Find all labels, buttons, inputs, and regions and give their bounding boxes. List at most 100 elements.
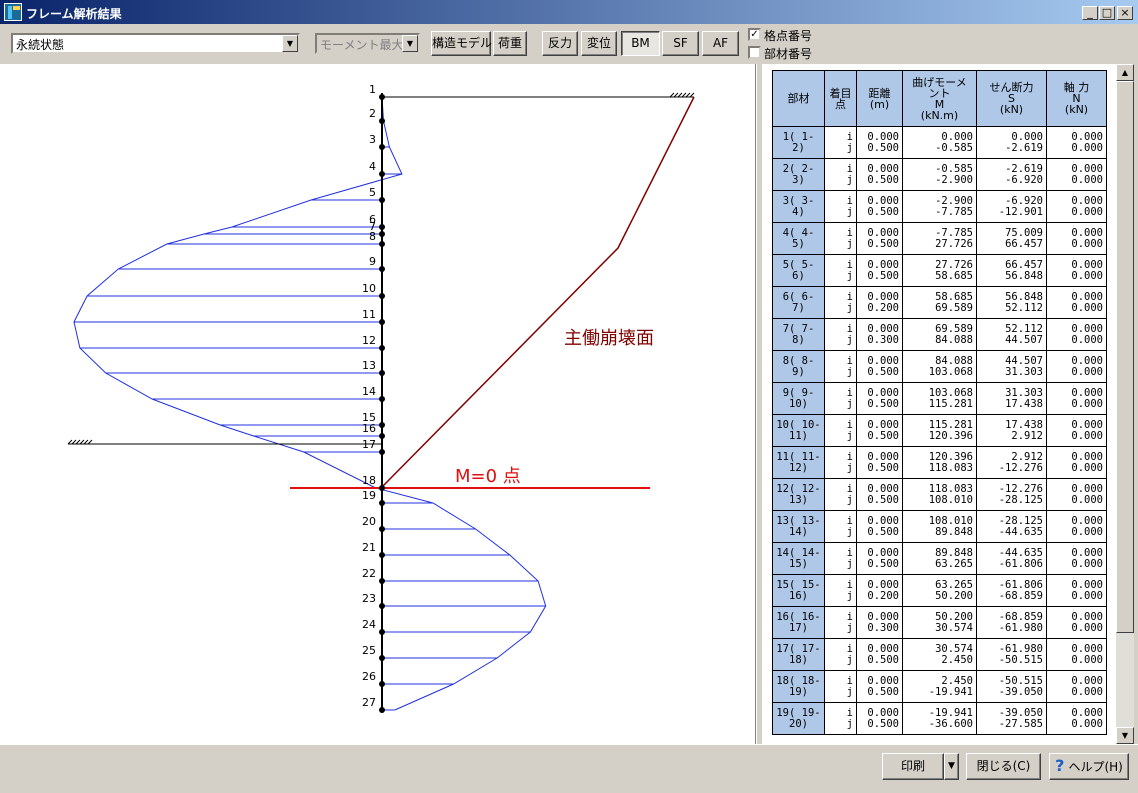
cell-distance: 0.000 0.300	[856, 318, 903, 351]
cell-distance: 0.000 0.500	[856, 382, 903, 415]
displacement-button[interactable]: 変位	[581, 31, 617, 56]
cell-axial: 0.000 0.000	[1046, 638, 1107, 671]
cell-point: ij	[824, 510, 857, 543]
cell-member: 5( 5- 6)	[772, 254, 825, 287]
window-title: フレーム解析結果	[26, 7, 122, 21]
print-button[interactable]: 印刷	[882, 753, 944, 780]
node-number-label: 格点番号	[764, 29, 813, 43]
failure-plane-label: 主働崩壊面	[564, 328, 654, 349]
cell-axial: 0.000 0.000	[1046, 510, 1107, 543]
table-row: 1( 1- 2) i j 0.000 0.500 0.000 -0.585 0.000 -2.61…	[772, 126, 1107, 159]
moment-fill-lines	[74, 146, 546, 711]
cell-point: ij	[824, 286, 857, 319]
cell-member: 4( 4- 5)	[772, 222, 825, 255]
table-row: 2( 2- 3) i j 0.000 0.500 -0.585 -2.900 -2.619 -6.…	[772, 158, 1107, 191]
help-button[interactable]: ? ヘルプ(H)	[1049, 753, 1129, 780]
help-label: ヘルプ(H)	[1068, 760, 1123, 774]
node-number-label: 23	[362, 592, 376, 605]
cell-shear: 2.912 -12.276	[976, 446, 1047, 479]
node-marker	[379, 118, 385, 124]
axial-force-button[interactable]: AF	[702, 31, 739, 56]
member-number-checkbox[interactable]	[748, 46, 761, 59]
structure-model-button[interactable]: 構造モデル	[431, 31, 492, 56]
member-number-label: 部材番号	[764, 47, 813, 61]
node-marker	[379, 578, 385, 584]
cell-distance: 0.000 0.500	[856, 190, 903, 223]
cell-shear: -2.619 -6.920	[976, 158, 1047, 191]
cell-axial: 0.000 0.000	[1046, 254, 1107, 287]
cell-moment: -0.585 -2.900	[902, 158, 977, 191]
node-marker	[379, 171, 385, 177]
cell-point: ij	[824, 638, 857, 671]
cell-point: ij	[824, 382, 857, 415]
mode-select: モーメント最大 ▼	[315, 33, 420, 54]
reaction-button[interactable]: 反力	[542, 31, 578, 56]
cell-point: ij	[824, 126, 857, 159]
cell-member: 8( 8- 9)	[772, 350, 825, 383]
cell-moment: -7.785 27.726	[902, 222, 977, 255]
cell-axial: 0.000 0.000	[1046, 446, 1107, 479]
cell-shear: 0.000 -2.619	[976, 126, 1047, 159]
bending-moment-button[interactable]: BM	[621, 31, 660, 56]
cell-moment: -19.941 -36.600	[902, 702, 977, 735]
node-number-label: 26	[362, 670, 376, 683]
node-number-label: 27	[362, 696, 376, 709]
node-marker	[379, 603, 385, 609]
cell-axial: 0.000 0.000	[1046, 286, 1107, 319]
node-number-label: 20	[362, 515, 376, 528]
cell-member: 15( 15- 16)	[772, 574, 825, 607]
cell-distance: 0.000 0.500	[856, 702, 903, 735]
cell-shear: 44.507 31.303	[976, 350, 1047, 383]
node-number-label: 5	[369, 186, 376, 199]
maximize-button[interactable]: □	[1099, 6, 1115, 20]
dropdown-arrow-icon: ▼	[402, 35, 418, 52]
cell-point: ij	[824, 542, 857, 575]
cell-shear: -6.920 -12.901	[976, 190, 1047, 223]
cell-moment: 69.589 84.088	[902, 318, 977, 351]
minimize-button[interactable]: _	[1082, 6, 1098, 20]
moment-diagram: 1234567891011121314151617181920212223242…	[67, 83, 695, 713]
close-button[interactable]: 閉じる(C)	[966, 753, 1041, 780]
table-row: 8( 8- 9) i j 0.000 0.500 84.088 103.068 44.507 31…	[772, 350, 1107, 383]
cell-distance: 0.000 0.200	[856, 574, 903, 607]
cell-distance: 0.000 0.500	[856, 542, 903, 575]
cell-shear: -50.515 -39.050	[976, 670, 1047, 703]
cell-point: ij	[824, 702, 857, 735]
cell-distance: 0.000 0.500	[856, 510, 903, 543]
cell-axial: 0.000 0.000	[1046, 222, 1107, 255]
cell-member: 1( 1- 2)	[772, 126, 825, 159]
shear-force-button[interactable]: SF	[662, 31, 699, 56]
state-select[interactable]: 永続状態 ▼	[11, 33, 300, 54]
scroll-thumb[interactable]	[1116, 81, 1134, 633]
load-button[interactable]: 荷重	[493, 31, 527, 56]
node-marker	[379, 422, 385, 428]
dropdown-arrow-icon[interactable]: ▼	[282, 35, 298, 52]
cell-shear: -68.859 -61.980	[976, 606, 1047, 639]
header-moment: 曲げモーメ ント M (kN.m)	[902, 70, 977, 127]
node-number-label: 13	[362, 359, 376, 372]
ground-hatch-mark	[669, 92, 675, 98]
node-marker	[379, 241, 385, 247]
cell-point: ij	[824, 670, 857, 703]
ground-hatch-mark	[677, 92, 683, 98]
close-window-button[interactable]: ×	[1117, 6, 1133, 20]
node-marker	[379, 655, 385, 661]
cell-member: 7( 7- 8)	[772, 318, 825, 351]
header-point: 着目点	[824, 70, 857, 127]
cell-shear: 56.848 52.112	[976, 286, 1047, 319]
cell-distance: 0.000 0.500	[856, 414, 903, 447]
zero-moment-point-label: M=0 点	[455, 466, 521, 487]
cell-moment: 50.200 30.574	[902, 606, 977, 639]
cell-point: ij	[824, 478, 857, 511]
vertical-scrollbar[interactable]: ▲ ▼	[1116, 64, 1134, 744]
table-row: 13( 13- 14) i j 0.000 0.500 108.010 89.848 -28.1…	[772, 510, 1107, 543]
cell-point: ij	[824, 350, 857, 383]
node-number-checkbox[interactable]: ✓	[748, 28, 761, 41]
node-number-label: 4	[369, 160, 376, 173]
node-marker	[379, 629, 385, 635]
print-dropdown-icon[interactable]: ▼	[944, 753, 959, 780]
scroll-down-icon[interactable]: ▼	[1116, 727, 1134, 744]
cell-moment: 89.848 63.265	[902, 542, 977, 575]
cell-point: ij	[824, 158, 857, 191]
scroll-up-icon[interactable]: ▲	[1116, 64, 1134, 81]
